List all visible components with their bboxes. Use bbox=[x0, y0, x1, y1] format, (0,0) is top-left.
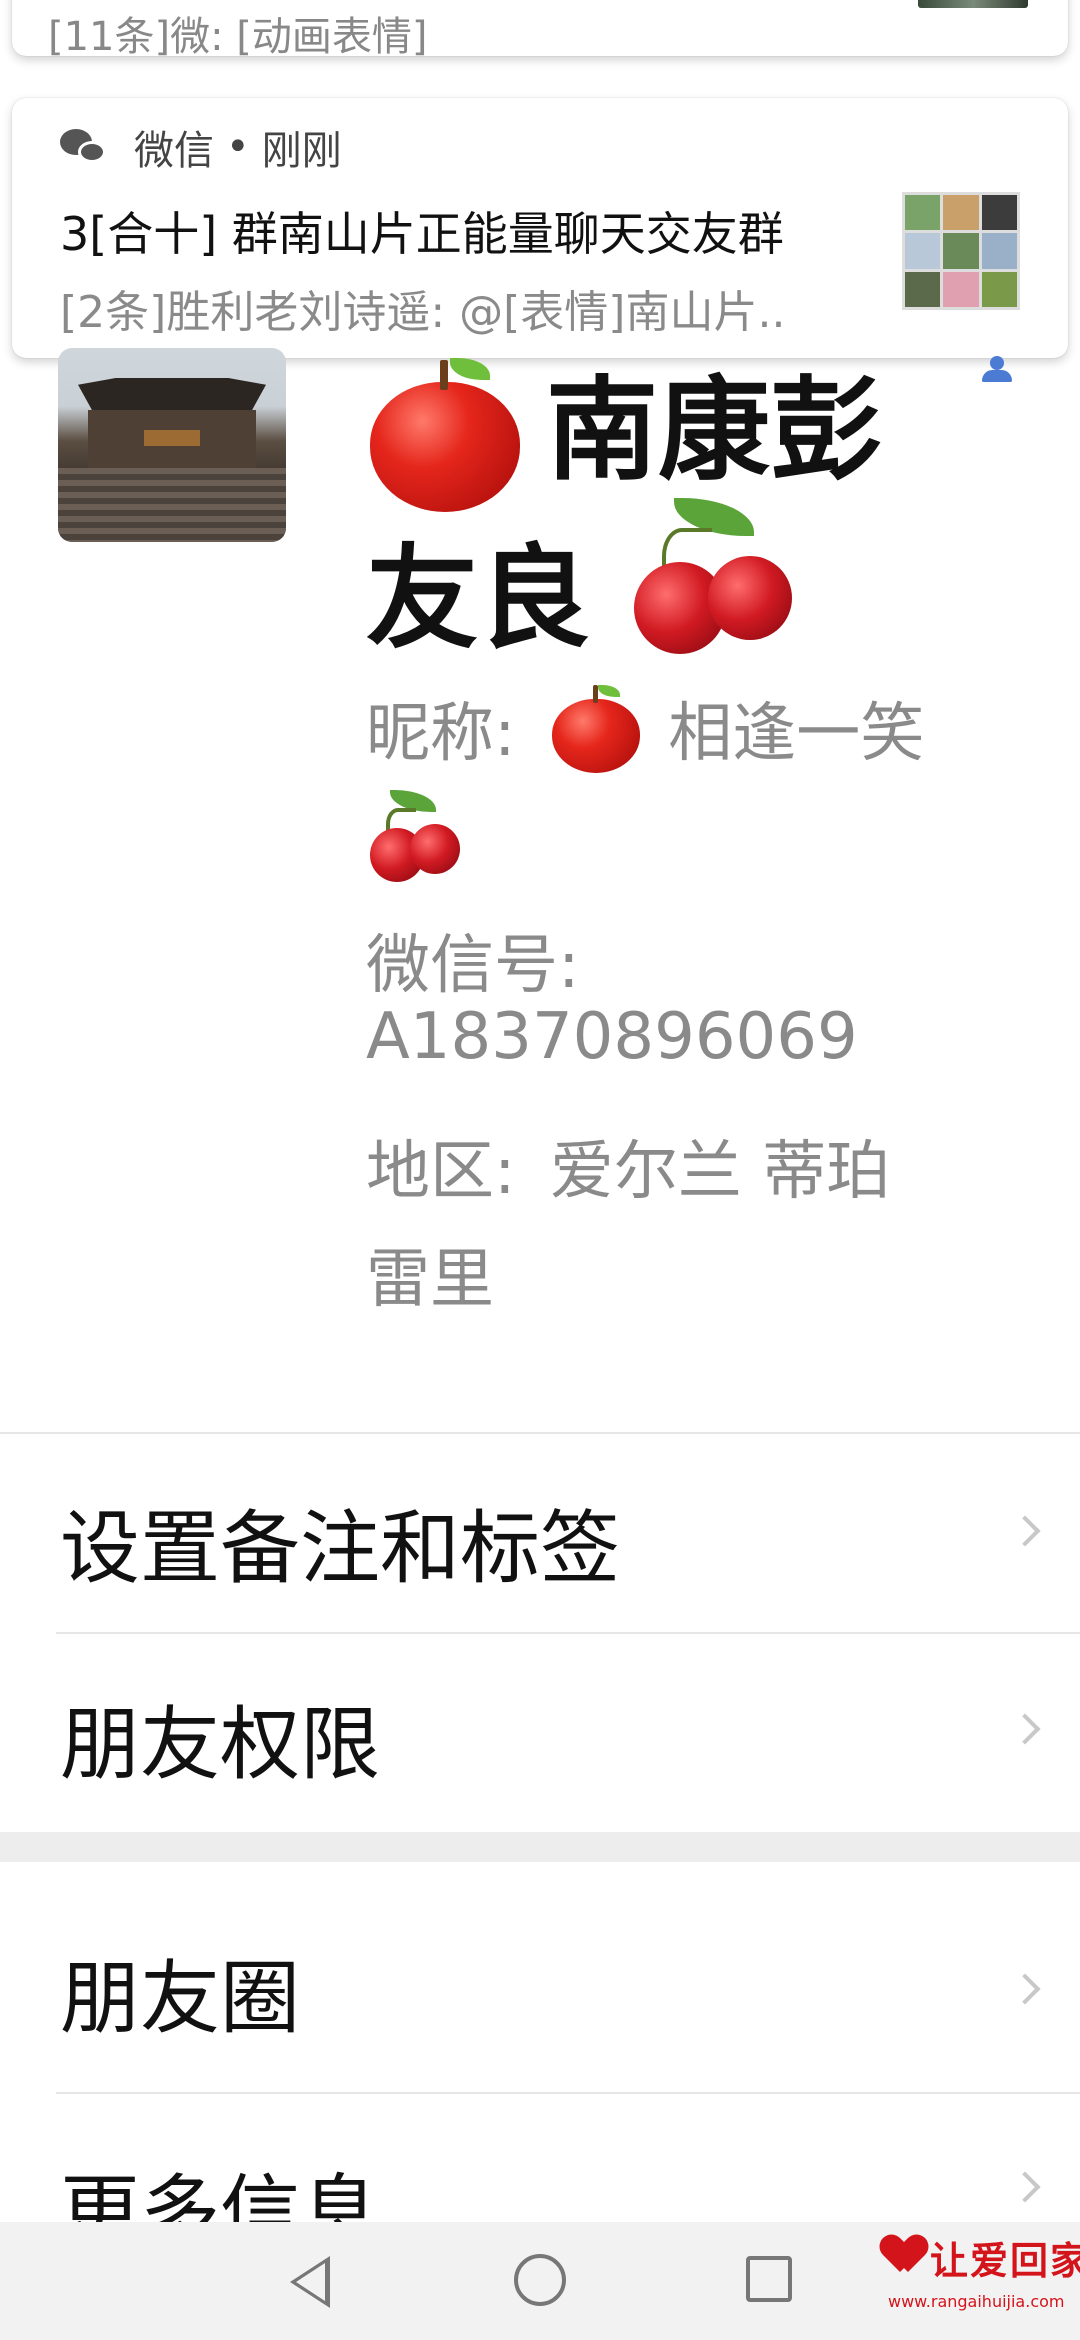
chevron-right-icon bbox=[1009, 1515, 1041, 1547]
watermark: 让爱回家 www.rangaihuijia.com bbox=[880, 2228, 1080, 2336]
more-info-row[interactable]: 更多信息 bbox=[0, 2094, 1080, 2222]
nickname-row: 昵称: 相逢一笑 bbox=[366, 682, 924, 774]
notification-separator: • bbox=[226, 124, 250, 170]
chevron-right-icon bbox=[1009, 2171, 1041, 2203]
notification-app-name: 微信 bbox=[134, 128, 214, 174]
nickname-value: 相逢一笑 bbox=[668, 697, 925, 771]
notification-body: [2条]胜利老刘诗遥: @[表情]南山片.. bbox=[60, 287, 786, 338]
apple-emoji bbox=[550, 683, 642, 773]
profile-avatar[interactable] bbox=[58, 348, 286, 542]
notification-wechat[interactable]: 微信 • 刚刚 3[合十] 群南山片正能量聊天交友群 [2条]胜利老刘诗遥: @… bbox=[12, 98, 1068, 358]
chevron-right-icon bbox=[1009, 1713, 1041, 1745]
wechat-icon bbox=[60, 127, 108, 167]
wechat-id-value[interactable]: A18370896069 bbox=[366, 1000, 858, 1074]
apple-emoji bbox=[366, 352, 526, 512]
notification-title: 3[合十] 群南山片正能量聊天交友群 bbox=[60, 207, 784, 261]
profile-name-part1: 南康彭 bbox=[546, 366, 882, 496]
watermark-brand: 让爱回家 bbox=[930, 2238, 1080, 2283]
watermark-url: www.rangaihuijia.com bbox=[888, 2292, 1065, 2311]
set-remark-row[interactable]: 设置备注和标签 bbox=[0, 1434, 1080, 1632]
home-icon[interactable] bbox=[514, 2254, 566, 2306]
nickname-label: 昵称: bbox=[366, 697, 536, 771]
notification-time: 刚刚 bbox=[261, 128, 342, 174]
set-remark-label: 设置备注和标签 bbox=[60, 1502, 620, 1595]
heart-logo-icon bbox=[884, 2236, 924, 2276]
moments-row[interactable]: 朋友圈 bbox=[0, 1862, 1080, 2092]
wechat-id-label: 微信号: bbox=[366, 929, 580, 1003]
more-info-label: 更多信息 bbox=[60, 2166, 380, 2222]
notification-header: 微信 • 刚刚 bbox=[60, 118, 342, 176]
region-row: 地区: 爱尔兰 蒂珀 bbox=[366, 1120, 890, 1212]
moments-label: 朋友圈 bbox=[60, 1952, 300, 2045]
chevron-right-icon bbox=[1009, 1973, 1041, 2005]
region-value-line-2: 雷里 bbox=[366, 1243, 494, 1317]
profile-name-part2: 友良 bbox=[366, 534, 590, 664]
cherry-emoji bbox=[634, 498, 794, 658]
section-gap bbox=[0, 1832, 1080, 1862]
friend-permissions-label: 朋友权限 bbox=[60, 1698, 380, 1791]
notification-previous-thumbnail bbox=[918, 0, 1028, 8]
back-icon[interactable] bbox=[290, 2256, 330, 2308]
recents-icon[interactable] bbox=[746, 2256, 792, 2302]
contact-icon bbox=[978, 356, 1018, 384]
cherry-emoji bbox=[370, 790, 460, 884]
notification-previous[interactable]: [11条]微: [动画表情] bbox=[12, 0, 1068, 56]
region-label: 地区: bbox=[366, 1135, 536, 1209]
group-avatar-grid bbox=[902, 192, 1020, 310]
friend-permissions-row[interactable]: 朋友权限 bbox=[0, 1634, 1080, 1832]
region-value-line-1: 爱尔兰 蒂珀 bbox=[549, 1135, 891, 1209]
notification-previous-text: [11条]微: [动画表情] bbox=[48, 14, 428, 56]
